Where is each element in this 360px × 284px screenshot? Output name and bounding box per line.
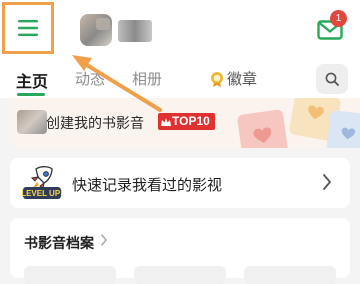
message-count-badge: 1 <box>330 10 347 27</box>
profile-tabs: 主页 动态 相册 徽章 <box>0 62 360 98</box>
archive-chip[interactable] <box>244 266 336 284</box>
banner-decoration-card <box>325 110 360 148</box>
tab-home[interactable]: 主页 <box>16 68 48 92</box>
level-up-rocket-icon: LEVEL UP! <box>21 165 63 203</box>
tab-activity[interactable]: 动态 <box>75 68 105 89</box>
medal-icon <box>211 71 223 87</box>
quick-record-card[interactable]: LEVEL UP! 快速记录我看过的影视 <box>10 158 350 208</box>
tab-badges-label: 徽章 <box>227 70 258 88</box>
banner-decoration-card <box>236 109 290 148</box>
top10-tag-text: TOP10 <box>172 114 210 128</box>
username-blurred <box>118 20 152 42</box>
heart-icon <box>308 105 324 120</box>
banner-text: 创建我的书影音 <box>46 116 144 132</box>
banner-thumbnail <box>17 110 47 134</box>
messages-button[interactable]: 1 <box>315 10 349 42</box>
search-button[interactable] <box>316 64 348 94</box>
archive-chip[interactable] <box>134 266 226 284</box>
hamburger-menu-icon <box>18 20 38 36</box>
avatar[interactable] <box>80 14 112 46</box>
archive-chip[interactable] <box>24 266 116 284</box>
create-top10-banner[interactable]: 创建我的书影音 TOP10 <box>10 98 360 148</box>
chevron-right-icon <box>101 234 107 246</box>
archive-title[interactable]: 书影音档案 <box>24 233 94 253</box>
heart-icon <box>253 127 272 143</box>
quick-record-text: 快速记录我看过的影视 <box>72 176 223 194</box>
crown-icon <box>161 118 171 126</box>
chevron-right-icon <box>323 174 331 190</box>
top10-tag: TOP10 <box>158 113 215 130</box>
search-icon <box>325 72 339 86</box>
tab-badges[interactable]: 徽章 <box>210 68 257 89</box>
tab-album[interactable]: 相册 <box>132 68 162 89</box>
menu-button[interactable] <box>2 2 54 54</box>
archive-section: 书影音档案 <box>10 218 350 284</box>
active-tab-indicator <box>17 93 45 96</box>
level-up-label: LEVEL UP! <box>22 189 62 198</box>
profile-header: 1 <box>0 0 360 62</box>
heart-icon <box>341 127 356 140</box>
